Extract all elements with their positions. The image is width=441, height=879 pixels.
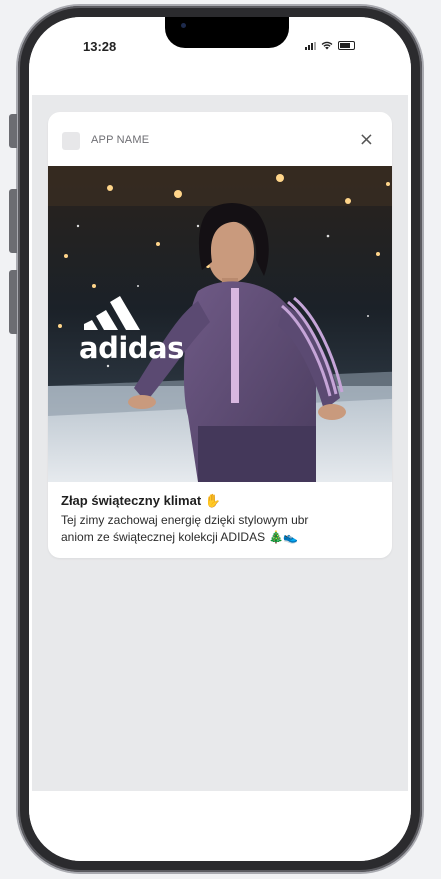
mute-switch xyxy=(9,114,17,148)
phone-screen: 13:28 APP NAME × adidas Złap świąteczny … xyxy=(29,17,411,861)
app-icon xyxy=(62,132,80,150)
notification-preview-area: APP NAME × adidas Złap świąteczny klimat… xyxy=(32,95,408,791)
battery-icon xyxy=(338,41,355,50)
notification-title: Złap świąteczny klimat ✋ xyxy=(61,492,379,511)
push-notification-card[interactable]: APP NAME × adidas Złap świąteczny klimat… xyxy=(48,112,392,558)
title-text: Złap świąteczny klimat xyxy=(61,493,202,508)
body-line-1: Tej zimy zachowaj energię dzięki stylowy… xyxy=(61,513,309,527)
notification-image: adidas xyxy=(48,166,392,482)
bottom-bezel-area xyxy=(29,791,411,861)
status-time: 13:28 xyxy=(83,39,117,54)
notification-body: Złap świąteczny klimat ✋ Tej zimy zachow… xyxy=(48,482,392,558)
notification-text: Tej zimy zachowaj energię dzięki stylowy… xyxy=(61,512,379,546)
tree-shoe-emoji-icon: 🎄👟 xyxy=(268,530,299,544)
status-icons xyxy=(305,41,355,50)
body-line-2: aniom ze świątecznej kolekcji ADIDAS xyxy=(61,530,266,544)
volume-up-button xyxy=(9,189,17,253)
brand-logo-text: adidas xyxy=(79,331,184,365)
wifi-icon xyxy=(321,41,333,50)
camera-dot xyxy=(181,23,186,28)
hand-emoji-icon: ✋ xyxy=(204,494,221,509)
volume-down-button xyxy=(9,270,17,334)
phone-frame: 13:28 APP NAME × adidas Złap świąteczny … xyxy=(9,6,422,872)
close-button[interactable]: × xyxy=(359,131,374,149)
app-name: APP NAME xyxy=(91,134,150,146)
status-bar: 13:28 xyxy=(29,17,411,103)
notch xyxy=(165,17,289,48)
adidas-logo-icon xyxy=(84,296,140,330)
notification-header: APP NAME × xyxy=(48,112,392,166)
signal-icon xyxy=(305,41,316,50)
